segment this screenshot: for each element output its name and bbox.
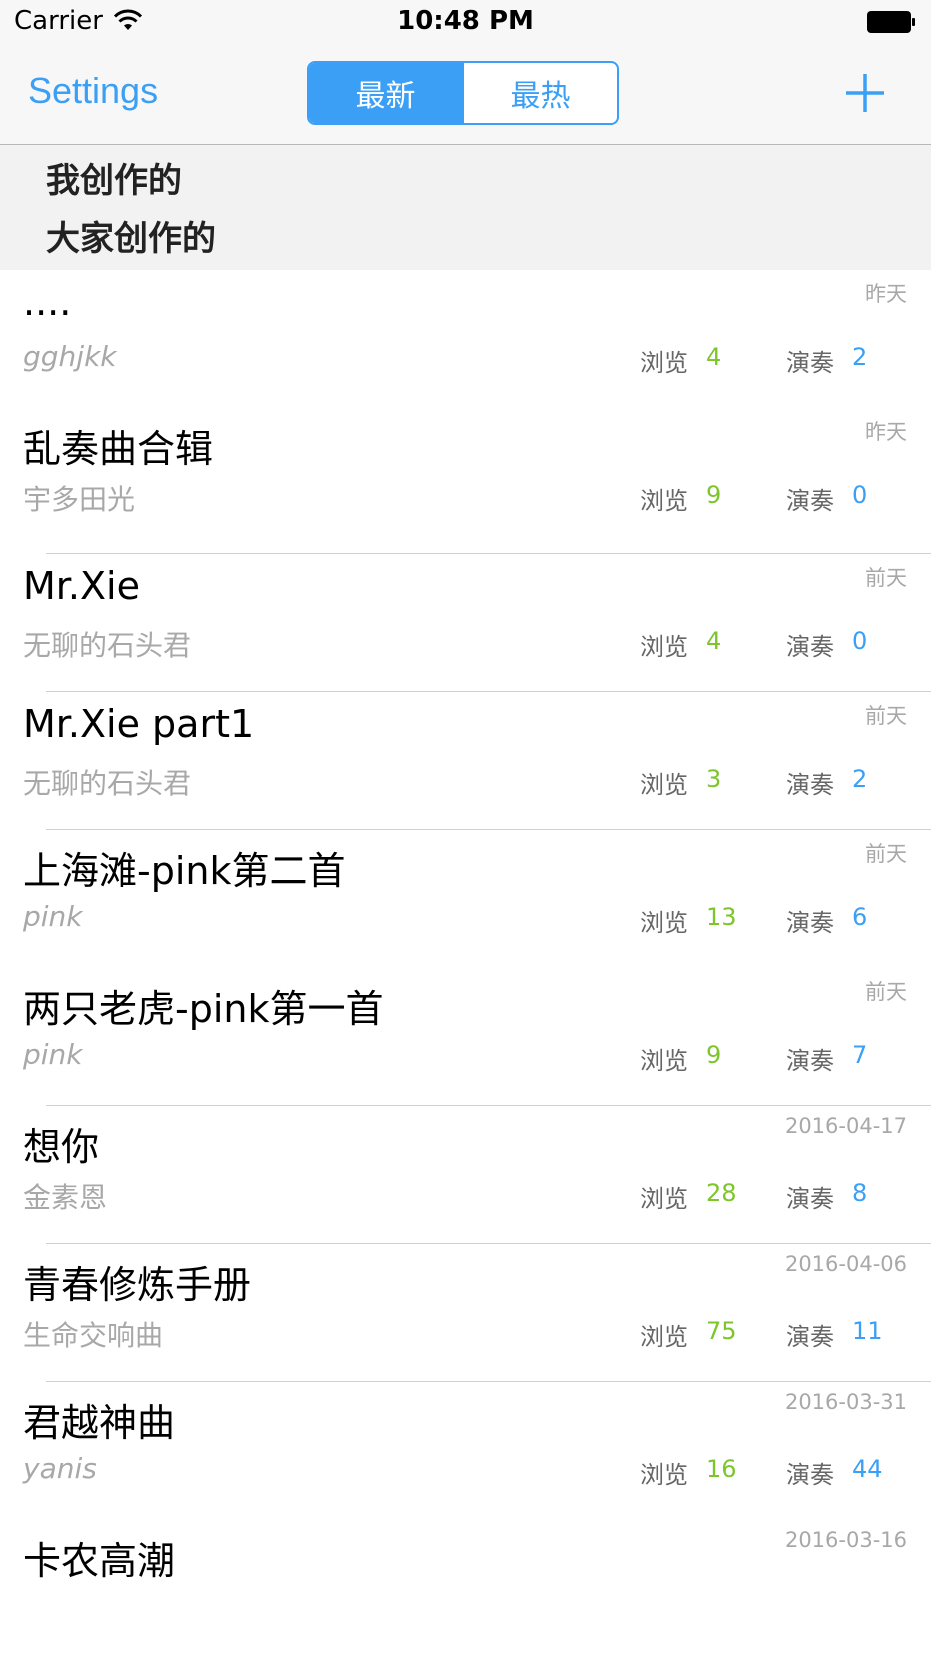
- song-row[interactable]: 青春修炼手册 生命交响曲 2016-04-06 浏览 75 演奏 11: [0, 1244, 931, 1382]
- plays-count: 2: [852, 765, 868, 793]
- clock: 10:48 PM: [397, 6, 534, 36]
- views-label: 浏览: [640, 1047, 688, 1075]
- song-author: 宇多田光: [23, 483, 136, 516]
- plays-label: 演奏: [786, 1047, 834, 1075]
- plays-label: 演奏: [786, 633, 834, 661]
- plays-label: 演奏: [786, 349, 834, 377]
- song-author: gghjkk: [23, 340, 117, 373]
- views-count: 4: [706, 627, 722, 655]
- song-row[interactable]: Mr.Xie part1 无聊的石头君 前天 浏览 3 演奏 2: [0, 692, 931, 830]
- song-row[interactable]: .... gghjkk 昨天 浏览 4 演奏 2: [0, 270, 931, 408]
- plays-count: 0: [852, 481, 868, 509]
- song-title: 青春修炼手册: [23, 1263, 252, 1307]
- song-title: 卡农高潮: [23, 1539, 176, 1583]
- views-label: 浏览: [640, 1185, 688, 1213]
- segment-newest[interactable]: 最新: [309, 63, 462, 123]
- plays-label: 演奏: [786, 1323, 834, 1351]
- song-date: 前天: [865, 842, 907, 866]
- views-count: 16: [706, 1455, 737, 1483]
- song-row[interactable]: 想你 金素恩 2016-04-17 浏览 28 演奏 8: [0, 1106, 931, 1244]
- song-title: Mr.Xie part1: [23, 702, 255, 746]
- song-date: 2016-03-31: [784, 1390, 907, 1414]
- status-bar: Carrier 10:48 PM: [0, 0, 931, 44]
- plays-label: 演奏: [786, 771, 834, 799]
- song-date: 前天: [865, 566, 907, 590]
- song-title: 乱奏曲合辑: [23, 427, 214, 471]
- song-row[interactable]: 乱奏曲合辑 宇多田光 昨天 浏览 9 演奏 0: [0, 408, 931, 554]
- song-title: 两只老虎-pink第一首: [23, 987, 384, 1031]
- song-author: 无聊的石头君: [23, 629, 192, 662]
- song-author: pink: [23, 900, 83, 933]
- sort-segmented-control: 最新 最热: [307, 61, 619, 125]
- song-title: 上海滩-pink第二首: [23, 849, 346, 893]
- song-author: yanis: [23, 1452, 97, 1485]
- views-label: 浏览: [640, 771, 688, 799]
- song-row[interactable]: 君越神曲 yanis 2016-03-31 浏览 16 演奏 44: [0, 1382, 931, 1520]
- views-count: 9: [706, 481, 722, 509]
- plays-label: 演奏: [786, 1185, 834, 1213]
- battery-icon: [867, 11, 915, 33]
- song-date: 前天: [865, 704, 907, 728]
- song-row[interactable]: 卡农高潮 2016-03-16: [0, 1520, 931, 1630]
- navigation-bar: Settings 最新 最热: [0, 44, 931, 145]
- plays-count: 11: [852, 1317, 883, 1345]
- song-row[interactable]: 两只老虎-pink第一首 pink 前天 浏览 9 演奏 7: [0, 968, 931, 1106]
- song-date: 2016-04-17: [784, 1114, 907, 1138]
- plays-label: 演奏: [786, 909, 834, 937]
- plays-count: 0: [852, 627, 868, 655]
- song-date: 2016-04-06: [784, 1252, 907, 1276]
- plays-label: 演奏: [786, 1461, 834, 1489]
- song-list: .... gghjkk 昨天 浏览 4 演奏 2 乱奏曲合辑 宇多田光 昨天 浏…: [0, 270, 931, 1630]
- song-date: 前天: [865, 980, 907, 1004]
- settings-button[interactable]: Settings: [28, 70, 158, 112]
- song-date: 昨天: [865, 420, 907, 444]
- song-title: Mr.Xie: [23, 564, 140, 608]
- song-title: 想你: [23, 1125, 100, 1169]
- plays-count: 2: [852, 343, 868, 371]
- filter-everyone-creations[interactable]: 大家创作的: [46, 211, 216, 260]
- song-author: 金素恩: [23, 1181, 108, 1214]
- song-title: ....: [23, 280, 72, 324]
- views-count: 13: [706, 903, 737, 931]
- song-date: 昨天: [865, 282, 907, 306]
- song-row[interactable]: 上海滩-pink第二首 pink 前天 浏览 13 演奏 6: [0, 830, 931, 968]
- views-count: 9: [706, 1041, 722, 1069]
- song-author: 生命交响曲: [23, 1319, 164, 1352]
- song-author: pink: [23, 1038, 83, 1071]
- filter-dropdown-panel: 我创作的 大家创作的: [0, 145, 931, 270]
- plays-label: 演奏: [786, 487, 834, 515]
- views-count: 4: [706, 343, 722, 371]
- plays-count: 7: [852, 1041, 868, 1069]
- song-author: 无聊的石头君: [23, 767, 192, 800]
- views-label: 浏览: [640, 909, 688, 937]
- plays-count: 8: [852, 1179, 868, 1207]
- plus-icon[interactable]: [844, 72, 886, 114]
- plays-count: 6: [852, 903, 868, 931]
- views-count: 3: [706, 765, 722, 793]
- views-label: 浏览: [640, 1323, 688, 1351]
- segment-hottest[interactable]: 最热: [462, 63, 617, 123]
- song-title: 君越神曲: [23, 1401, 176, 1445]
- filter-my-creations[interactable]: 我创作的: [46, 153, 182, 202]
- views-count: 75: [706, 1317, 737, 1345]
- plays-count: 44: [852, 1455, 883, 1483]
- views-label: 浏览: [640, 1461, 688, 1489]
- views-label: 浏览: [640, 349, 688, 377]
- song-row[interactable]: Mr.Xie 无聊的石头君 前天 浏览 4 演奏 0: [0, 554, 931, 692]
- views-count: 28: [706, 1179, 737, 1207]
- views-label: 浏览: [640, 487, 688, 515]
- views-label: 浏览: [640, 633, 688, 661]
- song-date: 2016-03-16: [784, 1528, 907, 1552]
